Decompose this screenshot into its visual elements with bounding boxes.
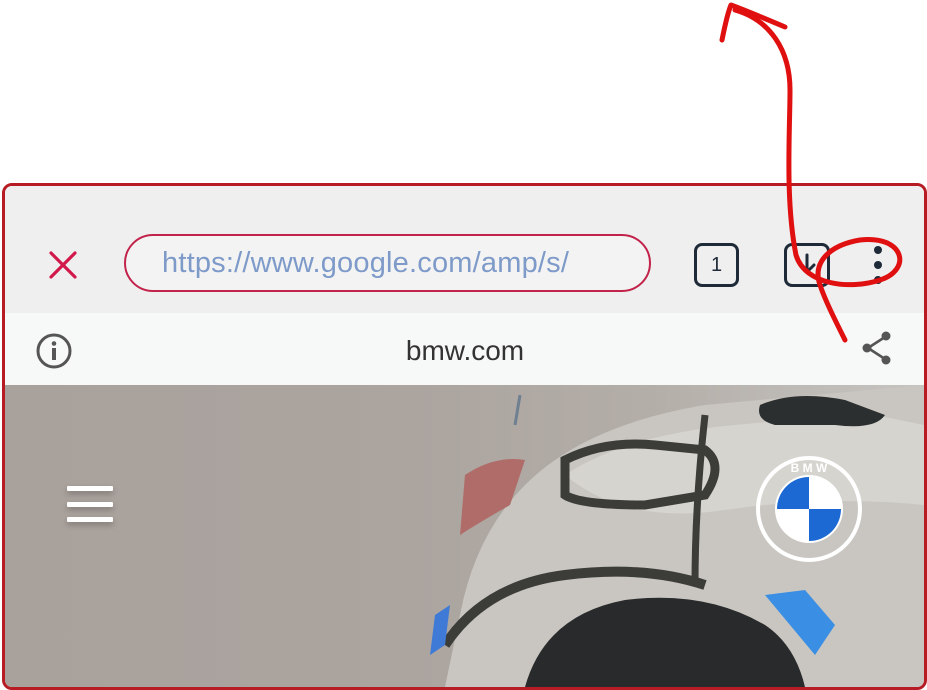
browser-frame: https://www.google.com/amp/s/ 1 bmw.com: [2, 183, 927, 690]
share-icon: [862, 331, 891, 365]
close-icon: [49, 251, 77, 279]
domain-label: bmw.com: [405, 335, 525, 366]
hamburger-line: [67, 486, 113, 491]
bmw-logo[interactable]: B M W: [755, 455, 863, 563]
bmw-logo-letters: B M W: [791, 461, 828, 475]
tab-switcher-button[interactable]: 1: [694, 243, 739, 287]
close-button[interactable]: [43, 245, 83, 285]
download-button[interactable]: [784, 243, 830, 287]
hamburger-menu-icon[interactable]: [67, 486, 115, 522]
site-info-button[interactable]: [35, 332, 73, 370]
browser-toolbar: https://www.google.com/amp/s/ 1: [5, 186, 924, 313]
download-icon: [798, 253, 816, 274]
more-vert-icon-dot: [874, 261, 882, 269]
more-vert-icon-dot: [874, 246, 882, 254]
hamburger-line: [67, 517, 113, 522]
url-text: https://www.google.com/amp/s/: [162, 246, 570, 279]
more-vert-icon-dot: [874, 276, 882, 284]
page-content: B M W: [5, 385, 924, 687]
more-options-button[interactable]: [863, 242, 893, 288]
url-bar[interactable]: https://www.google.com/amp/s/: [124, 234, 651, 292]
share-button[interactable]: [858, 329, 896, 367]
tab-count: 1: [710, 253, 723, 276]
info-icon: [36, 333, 72, 369]
hamburger-line: [67, 501, 113, 507]
